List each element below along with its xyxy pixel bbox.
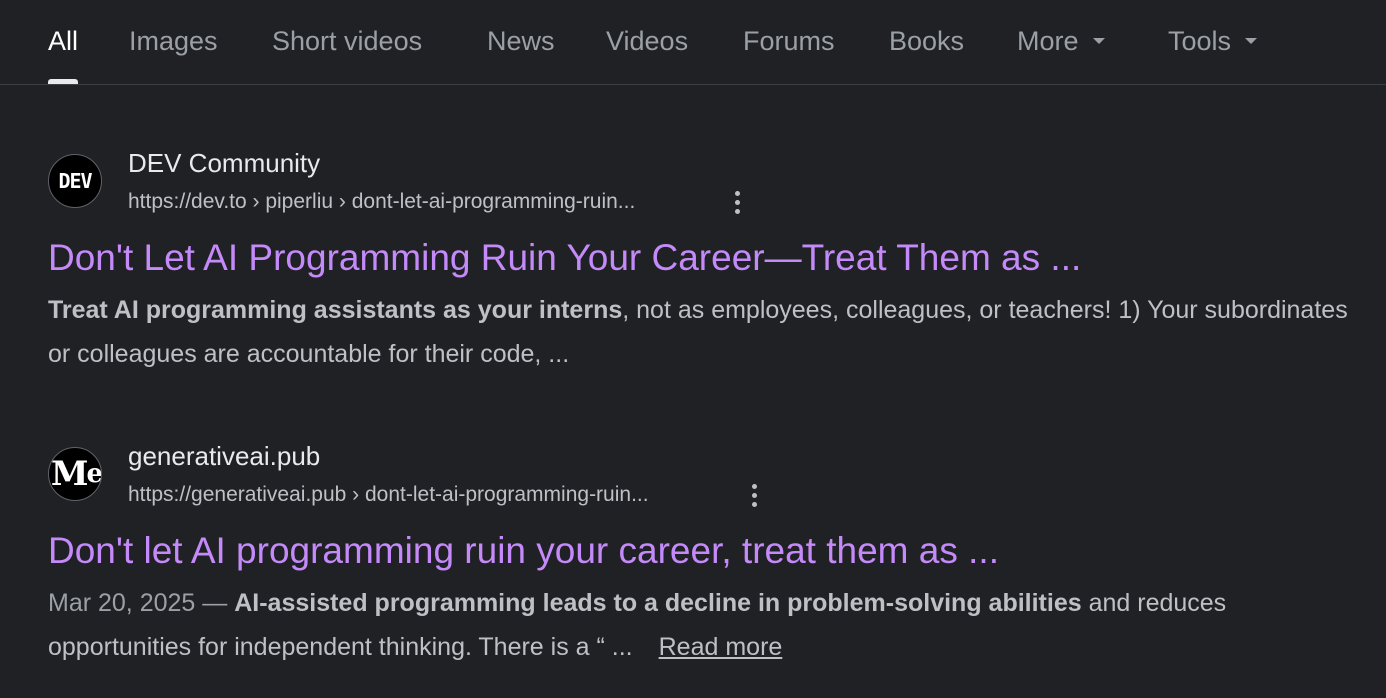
chevron-down-icon [1245, 37, 1258, 44]
medium-logo-icon: Me [48, 447, 102, 501]
tab-forums-label: Forums [743, 26, 835, 56]
tab-more-label: More [1017, 26, 1079, 56]
favicon-glyph: M [50, 454, 89, 494]
tab-videos-label: Videos [606, 26, 689, 56]
result-title-link[interactable]: Don't let AI programming ruin your caree… [48, 529, 999, 573]
tab-forums[interactable]: Forums [743, 25, 835, 57]
kebab-menu-icon[interactable] [744, 480, 764, 510]
dev-logo-icon: DEV [48, 154, 102, 208]
snippet-highlight: AI-assisted programming leads to a decli… [234, 589, 1082, 617]
result-url[interactable]: https://dev.to › piperliu › dont-let-ai-… [128, 189, 635, 215]
snippet-highlight: Treat AI programming assistants as your … [48, 296, 623, 324]
tab-all-label: All [48, 26, 79, 56]
tools-label: Tools [1168, 26, 1232, 56]
tab-books-label: Books [889, 26, 965, 56]
active-tab-indicator [48, 79, 79, 84]
tab-all[interactable]: All [48, 25, 79, 84]
search-tabs-bar: All Images Short videos News Videos Foru… [0, 0, 1386, 85]
tools-button[interactable]: Tools [1168, 25, 1258, 57]
result-snippet: Mar 20, 2025 — AI-assisted programming l… [48, 581, 1348, 669]
tab-images-label: Images [129, 26, 218, 56]
tab-books[interactable]: Books [889, 25, 964, 57]
tab-short-videos[interactable]: Short videos [272, 25, 422, 57]
tab-short-videos-label: Short videos [272, 26, 423, 56]
result-date: Mar 20, 2025 — [48, 589, 235, 617]
result-title-link[interactable]: Don't Let AI Programming Ruin Your Caree… [48, 236, 1081, 280]
read-more-link[interactable]: Read more [659, 633, 783, 661]
tab-videos[interactable]: Videos [606, 25, 688, 57]
kebab-menu-icon[interactable] [727, 187, 747, 217]
tab-news-label: News [487, 26, 555, 56]
result-url[interactable]: https://generativeai.pub › dont-let-ai-p… [128, 482, 649, 508]
tab-news[interactable]: News [487, 25, 555, 57]
result-snippet: Treat AI programming assistants as your … [48, 288, 1348, 376]
tab-more[interactable]: More [1017, 25, 1105, 57]
tab-images[interactable]: Images [129, 25, 218, 57]
chevron-down-icon [1092, 37, 1105, 44]
result-site-name[interactable]: generativeai.pub [128, 441, 320, 471]
result-site-name[interactable]: DEV Community [128, 148, 320, 178]
